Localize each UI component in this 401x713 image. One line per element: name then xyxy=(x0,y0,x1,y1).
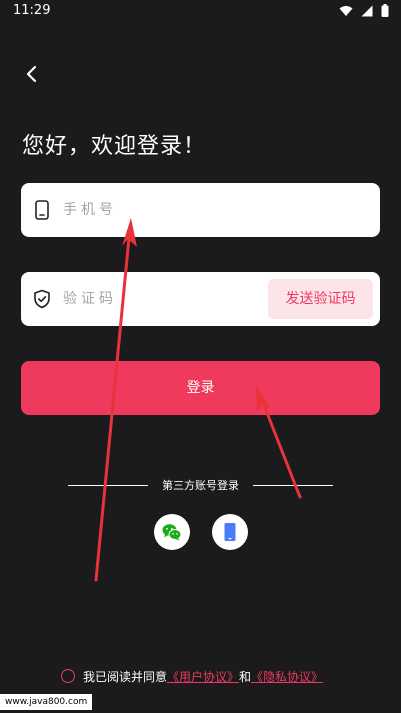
agreement-row: 我已阅读并同意 《用户协议》 和 《隐私协议》 xyxy=(61,666,323,686)
status-icons xyxy=(339,4,389,17)
page-title: 您好，欢迎登录！ xyxy=(22,134,207,159)
cellular-signal-icon xyxy=(361,5,373,16)
chevron-left-icon xyxy=(26,65,37,83)
verification-code-field: 发送验证码 xyxy=(21,272,380,326)
back-button[interactable] xyxy=(20,60,46,88)
battery-icon xyxy=(381,4,389,17)
divider-line-right xyxy=(253,485,333,486)
verification-code-input[interactable] xyxy=(63,272,273,326)
phone-icon xyxy=(224,523,236,541)
privacy-agreement-link[interactable]: 《隐私协议》 xyxy=(251,668,323,685)
agreement-conjunction: 和 xyxy=(239,669,252,684)
phone-login-button[interactable] xyxy=(212,514,248,550)
phone-field xyxy=(21,183,380,237)
agreement-radio[interactable] xyxy=(61,669,75,683)
user-agreement-link[interactable]: 《用户协议》 xyxy=(167,668,239,685)
wechat-icon xyxy=(162,524,182,541)
watermark: www.java800.com xyxy=(0,694,93,710)
mobile-phone-icon xyxy=(35,200,49,220)
status-time: 11:29 xyxy=(13,3,51,18)
send-code-button[interactable]: 发送验证码 xyxy=(268,279,373,319)
wechat-login-button[interactable] xyxy=(154,514,190,550)
wifi-icon xyxy=(339,5,353,16)
status-bar: 11:29 xyxy=(0,0,401,24)
agreement-prefix: 我已阅读并同意 xyxy=(83,669,168,684)
third-party-divider: 第三方账号登录 xyxy=(68,477,333,493)
shield-check-icon xyxy=(34,289,50,309)
login-button[interactable]: 登录 xyxy=(21,361,380,415)
phone-input[interactable] xyxy=(63,183,273,237)
annotation-arrows xyxy=(94,218,302,582)
